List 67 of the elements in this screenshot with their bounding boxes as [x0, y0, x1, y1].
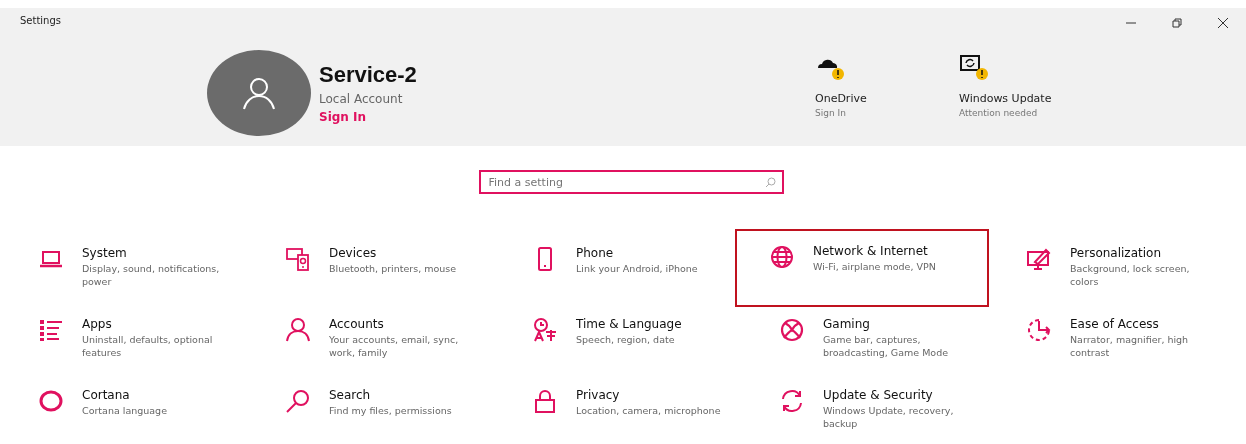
settings-category[interactable]: Cortana Cortana language — [28, 382, 275, 438]
settings-category[interactable]: Apps Uninstall, defaults, optional features — [28, 311, 275, 367]
account-name: Service-2 — [319, 61, 417, 88]
sync-arrows-icon — [779, 388, 805, 414]
close-icon — [1218, 18, 1228, 28]
status-subtitle: Attention needed — [959, 108, 1039, 118]
settings-category[interactable]: Privacy Location, camera, microphone — [522, 382, 769, 438]
magnifier-icon — [285, 388, 311, 414]
settings-category[interactable]: Search Find my files, permissions — [275, 382, 522, 438]
category-title: Time & Language — [576, 317, 683, 331]
person-icon — [285, 317, 311, 343]
category-description: Bluetooth, printers, mouse — [329, 263, 458, 276]
category-title: Update & Security — [823, 388, 934, 402]
category-title: Search — [329, 388, 372, 402]
category-description: Game bar, captures, broadcasting, Game Mode — [823, 334, 950, 360]
settings-category[interactable]: System Display, sound, notifications, power — [28, 240, 275, 296]
settings-category[interactable]: Time & Language Speech, region, date — [522, 311, 769, 367]
sign-in-link[interactable]: Sign In — [319, 109, 367, 124]
ease-of-access-icon — [1026, 317, 1052, 343]
category-description: Windows Update, recovery, backup — [823, 405, 955, 431]
status-subtitle: Sign In — [815, 108, 847, 118]
category-description: Link your Android, iPhone — [576, 263, 699, 276]
settings-category[interactable]: Devices Bluetooth, printers, mouse — [275, 240, 522, 296]
monitor-sync-warning-icon[interactable] — [959, 54, 989, 82]
category-description: Speech, region, date — [576, 334, 676, 347]
keyboard-speaker-icon — [285, 246, 311, 272]
window-title: Settings — [20, 15, 61, 26]
category-description: Narrator, magnifier, high contrast — [1070, 334, 1190, 360]
monitor-brush-icon — [1026, 246, 1052, 272]
category-description: Your accounts, email, sync, work, family — [329, 334, 460, 360]
settings-category[interactable]: Personalization Background, lock screen, colors — [1016, 240, 1246, 296]
category-title: Ease of Access — [1070, 317, 1160, 331]
padlock-icon — [532, 388, 558, 414]
restore-icon — [1172, 18, 1182, 28]
category-title: Apps — [82, 317, 113, 331]
category-description: Location, camera, microphone — [576, 405, 722, 418]
settings-category[interactable]: Accounts Your accounts, email, sync, work, family — [275, 311, 522, 367]
search-field[interactable]: Find a setting — [478, 170, 784, 194]
category-description: Background, lock screen, colors — [1070, 263, 1191, 289]
category-description: Wi-Fi, airplane mode, VPN — [813, 261, 937, 274]
category-title: System — [82, 246, 128, 260]
settings-category[interactable]: Ease of Access Narrator, magnifier, high contrast — [1016, 311, 1246, 367]
category-title: Cortana — [82, 388, 131, 402]
category-title: Devices — [329, 246, 378, 260]
category-title: Gaming — [823, 317, 871, 331]
settings-category[interactable]: Update & Security Windows Update, recovery, backup — [769, 382, 1016, 438]
category-description: Cortana language — [82, 405, 168, 418]
status-title: OneDrive — [815, 92, 867, 105]
category-title: Privacy — [576, 388, 621, 402]
globe-icon — [769, 244, 795, 270]
category-description: Display, sound, notifications, power — [82, 263, 221, 289]
clock-language-icon — [532, 317, 558, 343]
ring-icon — [38, 388, 64, 414]
category-description: Uninstall, defaults, optional features — [82, 334, 214, 360]
status-title: Windows Update — [959, 92, 1052, 105]
settings-category[interactable]: Gaming Game bar, captures, broadcasting, Game Mode — [769, 311, 1016, 367]
category-title: Phone — [576, 246, 615, 260]
settings-category[interactable]: Network & Internet Wi-Fi, airplane mode, VPN — [735, 229, 989, 307]
list-icon — [38, 317, 64, 343]
account-type: Local Account — [319, 91, 404, 106]
game-controller-icon — [779, 317, 805, 343]
category-title: Network & Internet — [813, 244, 929, 258]
category-description: Find my files, permissions — [329, 405, 453, 418]
category-title: Personalization — [1070, 246, 1162, 260]
person-icon — [242, 76, 276, 110]
category-title: Accounts — [329, 317, 385, 331]
search-icon — [764, 177, 776, 188]
